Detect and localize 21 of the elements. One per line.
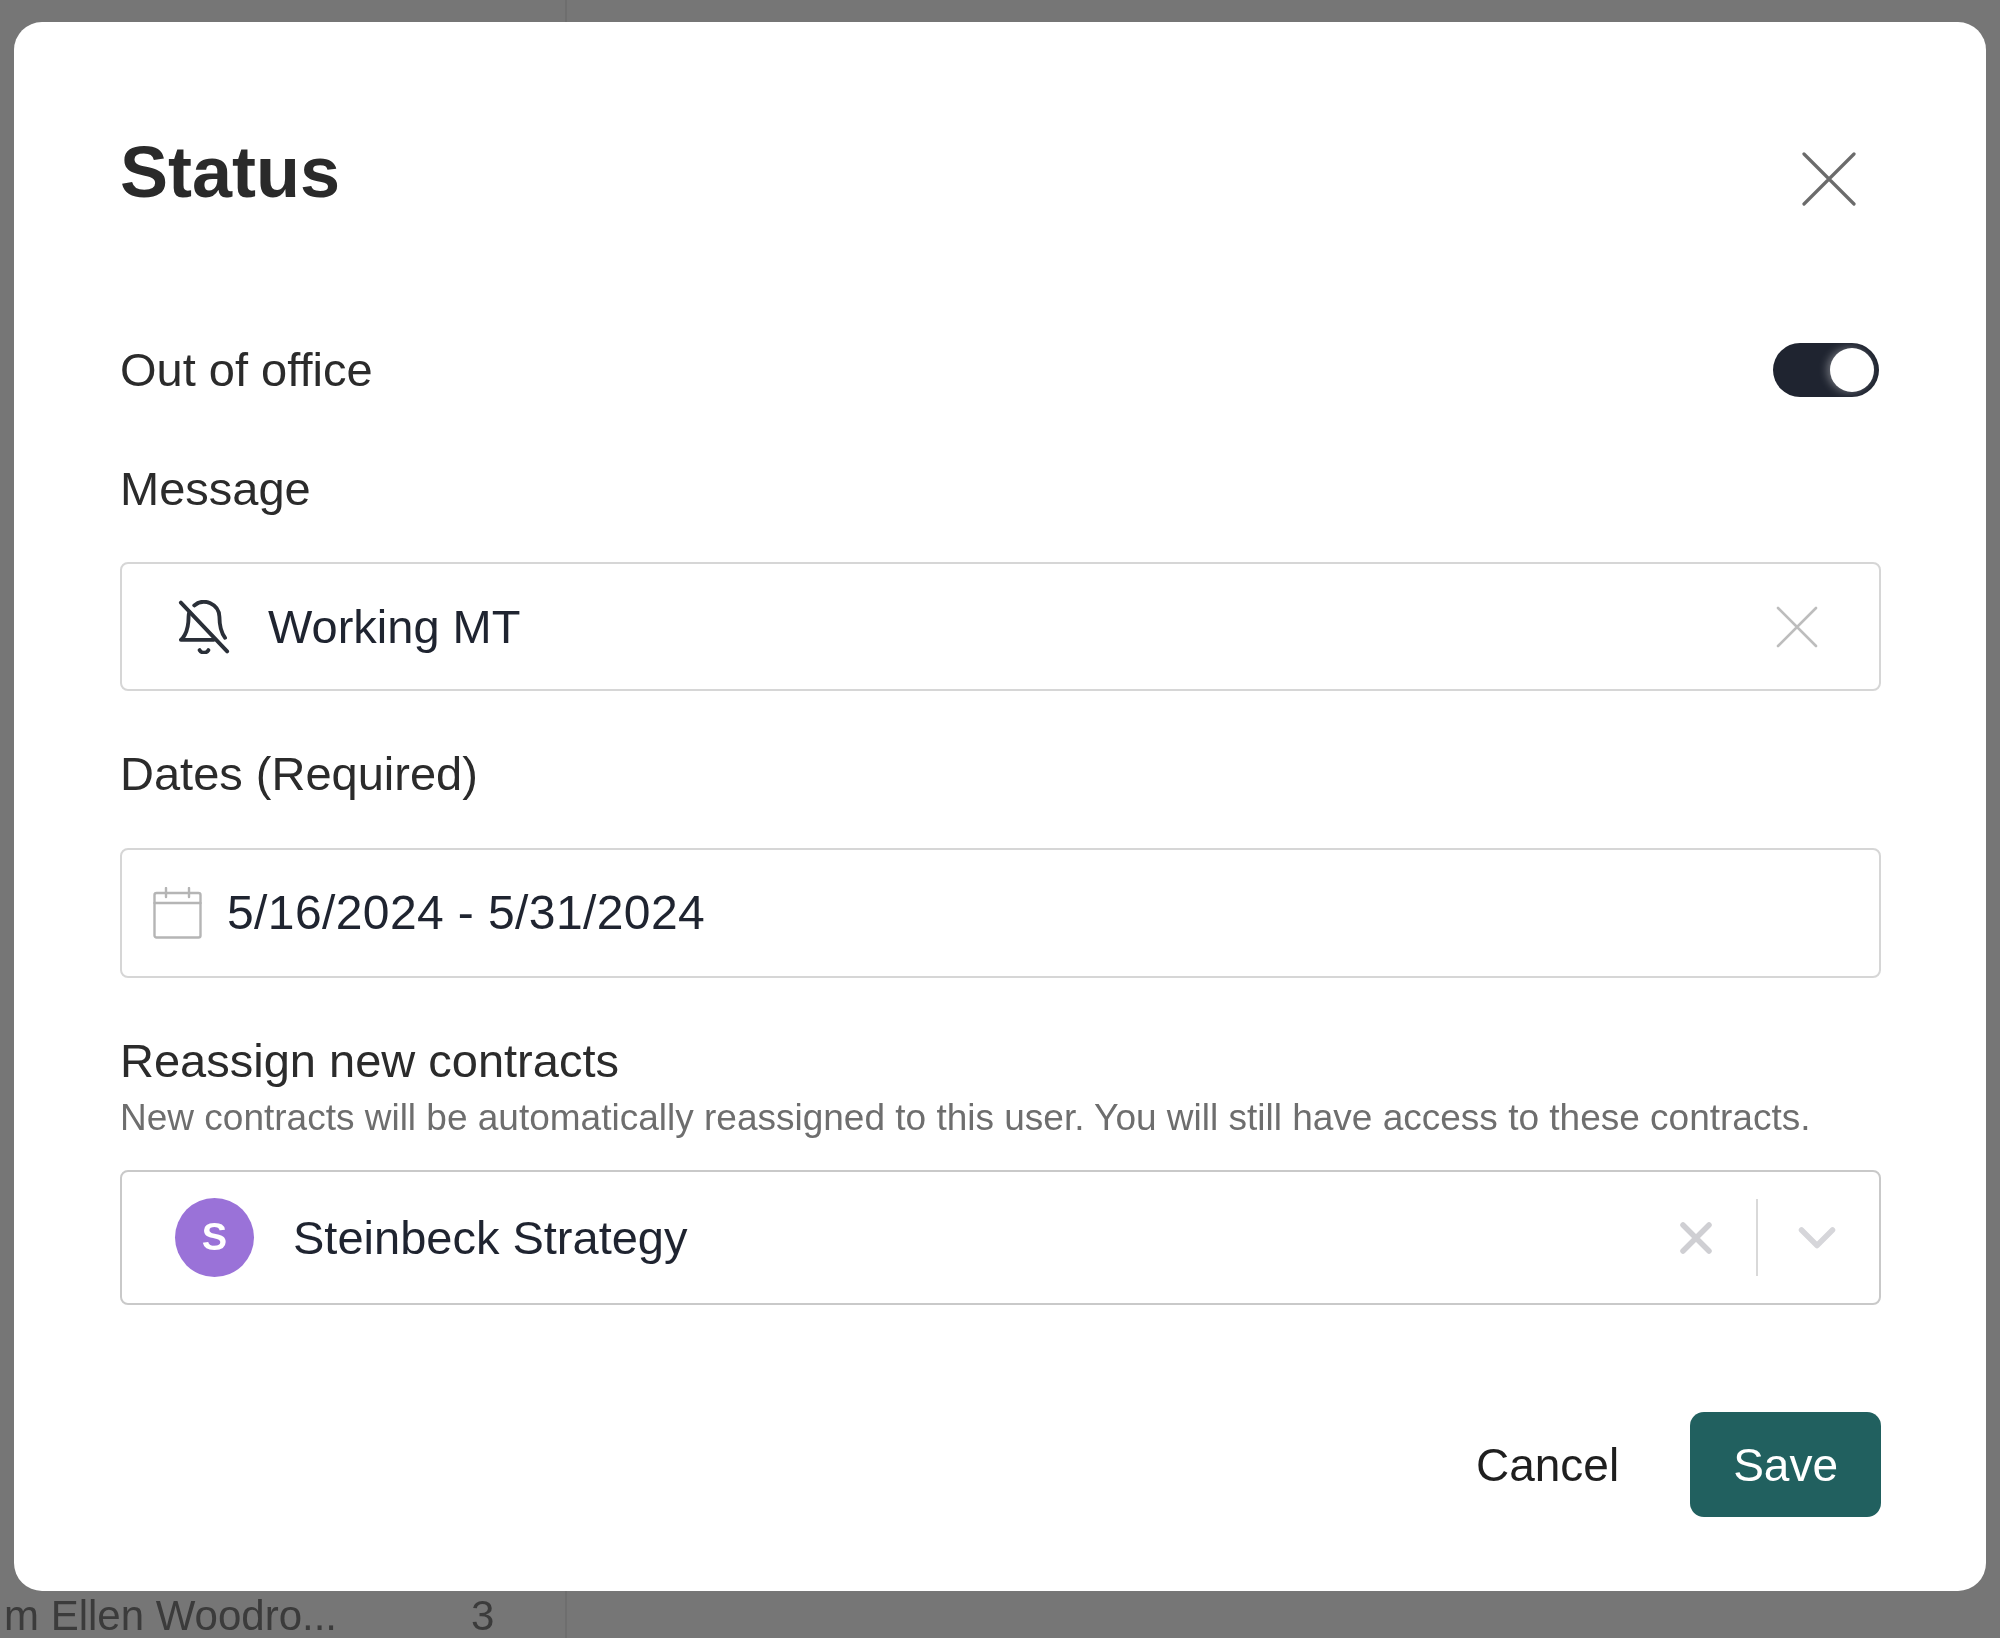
dates-label: Dates (Required) — [120, 746, 479, 802]
dialog-title: Status — [120, 131, 341, 214]
message-label: Message — [120, 461, 312, 517]
bell-off-icon — [178, 599, 230, 654]
reassign-label: Reassign new contracts — [120, 1033, 620, 1089]
date-range-field[interactable]: 5/16/2024 - 5/31/2024 — [120, 848, 1881, 978]
calendar-icon — [153, 887, 202, 939]
clear-icon[interactable] — [1680, 1221, 1712, 1254]
avatar: S — [175, 1198, 254, 1277]
assignee-select[interactable]: S Steinbeck Strategy — [120, 1170, 1881, 1305]
close-icon[interactable] — [1802, 152, 1856, 206]
table-cell-text: m Ellen Woodro... — [4, 1594, 339, 1638]
save-button[interactable]: Save — [1690, 1412, 1881, 1517]
chevron-down-icon[interactable] — [1798, 1225, 1836, 1250]
reassign-description: New contracts will be automatically reassigned to this user. You will still have access to these contracts. — [120, 1096, 1812, 1140]
message-field[interactable]: Working MT — [120, 562, 1881, 691]
cancel-button[interactable]: Cancel — [1475, 1436, 1620, 1493]
out-of-office-label: Out of office — [120, 342, 373, 398]
out-of-office-toggle[interactable] — [1773, 343, 1879, 397]
table-cell: 3 — [471, 1594, 495, 1638]
clear-icon[interactable] — [1776, 605, 1818, 648]
